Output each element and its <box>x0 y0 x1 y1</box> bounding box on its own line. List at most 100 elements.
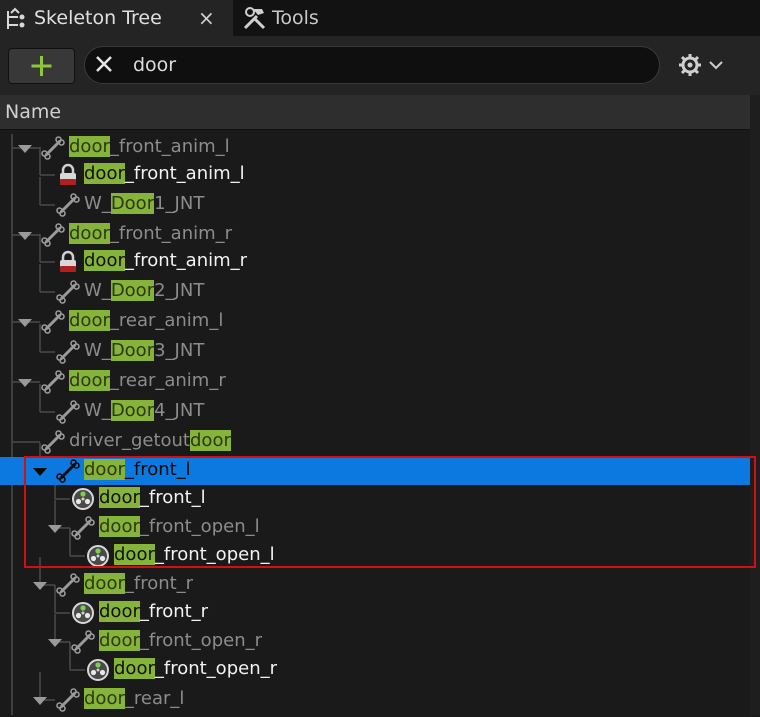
search-match-highlight: door <box>99 487 140 508</box>
socket-icon <box>85 657 111 683</box>
expand-arrow-icon[interactable] <box>33 468 47 476</box>
bone-icon <box>55 687 81 713</box>
tree-row[interactable]: door_front_l <box>0 485 750 513</box>
socket-icon <box>70 600 96 626</box>
tree-row[interactable]: W_Door4_JNT <box>0 398 750 426</box>
bone-icon <box>40 135 66 161</box>
bone-icon <box>40 309 66 335</box>
search-match-highlight: door <box>84 688 125 709</box>
tree-row[interactable]: door_front_anim_l <box>0 161 750 189</box>
tree-row-label: door_front_open_r <box>114 657 277 681</box>
tree-row[interactable]: door_rear_anim_l <box>0 308 750 336</box>
label-suffix: _rear_l <box>124 688 185 709</box>
expand-arrow-icon[interactable] <box>18 319 32 327</box>
tree-row-label: W_Door3_JNT <box>84 339 204 363</box>
tree-row[interactable]: door_rear_anim_r <box>0 368 750 396</box>
socket-icon <box>85 543 111 569</box>
tree-row-label: door_rear_l <box>84 687 184 711</box>
tree-row[interactable]: W_Door3_JNT <box>0 338 750 366</box>
label-suffix: _front_open_r <box>139 630 263 651</box>
bone-icon <box>40 369 66 395</box>
tree-row[interactable]: door_front_r <box>0 599 750 627</box>
tree-row[interactable]: door_front_open_l <box>0 542 750 570</box>
search-match-highlight: Door <box>110 280 155 301</box>
expand-arrow-icon[interactable] <box>48 639 62 647</box>
expand-arrow-icon[interactable] <box>33 697 47 705</box>
tree-row[interactable]: door_front_open_l <box>0 514 750 542</box>
label-suffix: _front_r <box>139 601 209 622</box>
label-prefix: W_ <box>84 340 111 361</box>
label-suffix: _front_open_l <box>139 516 260 537</box>
tree-row-label: door_front_l <box>99 486 206 510</box>
search-match-highlight: door <box>190 430 231 451</box>
search-match-highlight: door <box>99 516 140 537</box>
bone-icon <box>55 572 81 598</box>
tree-row[interactable]: W_Door1_JNT <box>0 191 750 219</box>
search-match-highlight: door <box>69 136 110 157</box>
tree-row[interactable]: door_front_l <box>0 457 750 485</box>
search-match-highlight: door <box>69 310 110 331</box>
label-suffix: 1_JNT <box>154 193 205 214</box>
tree-row-label: door_front_r <box>84 572 193 596</box>
expand-arrow-icon[interactable] <box>18 232 32 240</box>
tree-row-label: door_front_open_l <box>114 543 275 567</box>
tree-row-label: door_front_anim_r <box>69 222 232 246</box>
tree-row-label: door_front_open_r <box>99 629 262 653</box>
search-match-highlight: Door <box>110 400 155 421</box>
label-suffix: _front_r <box>124 573 194 594</box>
label-suffix: _front_anim_r <box>109 223 233 244</box>
tree-row[interactable]: door_front_anim_l <box>0 134 750 162</box>
tree-row-label: door_front_anim_l <box>84 162 245 186</box>
bone-icon <box>55 399 81 425</box>
lock-icon <box>55 162 81 188</box>
search-match-highlight: Door <box>110 193 155 214</box>
search-match-highlight: door <box>69 223 110 244</box>
search-match-highlight: door <box>114 658 155 679</box>
tree-row-label: door_front_r <box>99 600 208 624</box>
expand-arrow-icon[interactable] <box>33 582 47 590</box>
label-suffix: _rear_anim_r <box>109 370 226 391</box>
tree-row-label: W_Door2_JNT <box>84 279 204 303</box>
search-match-highlight: door <box>84 163 125 184</box>
bone-icon <box>55 192 81 218</box>
search-match-highlight: door <box>84 459 125 480</box>
bone-icon <box>55 339 81 365</box>
socket-icon <box>70 486 96 512</box>
tree-row[interactable]: door_rear_l <box>0 686 750 714</box>
expand-arrow-icon[interactable] <box>48 525 62 533</box>
label-suffix: _front_anim_l <box>109 136 230 157</box>
tree-row-label: driver_getoutdoor <box>69 429 231 453</box>
label-suffix: _rear_anim_l <box>109 310 224 331</box>
tree-row-label: W_Door4_JNT <box>84 399 204 423</box>
search-match-highlight: door <box>99 601 140 622</box>
tree-row[interactable]: door_front_r <box>0 571 750 599</box>
tree-row-label: door_rear_anim_l <box>69 309 223 333</box>
search-match-highlight: Door <box>110 340 155 361</box>
label-suffix: _front_open_r <box>154 658 278 679</box>
label-prefix: driver_getout <box>69 430 190 451</box>
tree-row[interactable]: W_Door2_JNT <box>0 278 750 306</box>
label-suffix: _front_anim_l <box>124 163 245 184</box>
tree-row[interactable]: driver_getoutdoor <box>0 428 750 456</box>
label-suffix: 2_JNT <box>154 280 205 301</box>
tree-row-label: W_Door1_JNT <box>84 192 204 216</box>
skeleton-tree: door_front_anim_l door_front_anim_l W_Door… <box>0 0 760 715</box>
search-match-highlight: door <box>84 250 125 271</box>
bone-icon <box>55 458 81 484</box>
tree-row-label: door_front_anim_l <box>69 135 230 159</box>
tree-row[interactable]: door_front_open_r <box>0 656 750 684</box>
tree-row[interactable]: door_front_anim_r <box>0 248 750 276</box>
tree-row-label: door_front_anim_r <box>84 249 247 273</box>
expand-arrow-icon[interactable] <box>18 379 32 387</box>
tree-row-label: door_rear_anim_r <box>69 369 226 393</box>
expand-arrow-icon[interactable] <box>18 145 32 153</box>
label-prefix: W_ <box>84 280 111 301</box>
label-suffix: 3_JNT <box>154 340 205 361</box>
lock-icon <box>55 249 81 275</box>
label-suffix: _front_anim_r <box>124 250 248 271</box>
label-prefix: W_ <box>84 400 111 421</box>
label-prefix: W_ <box>84 193 111 214</box>
tree-row[interactable]: door_front_anim_r <box>0 221 750 249</box>
tree-row[interactable]: door_front_open_r <box>0 628 750 656</box>
tree-row-label: door_front_l <box>84 458 191 482</box>
